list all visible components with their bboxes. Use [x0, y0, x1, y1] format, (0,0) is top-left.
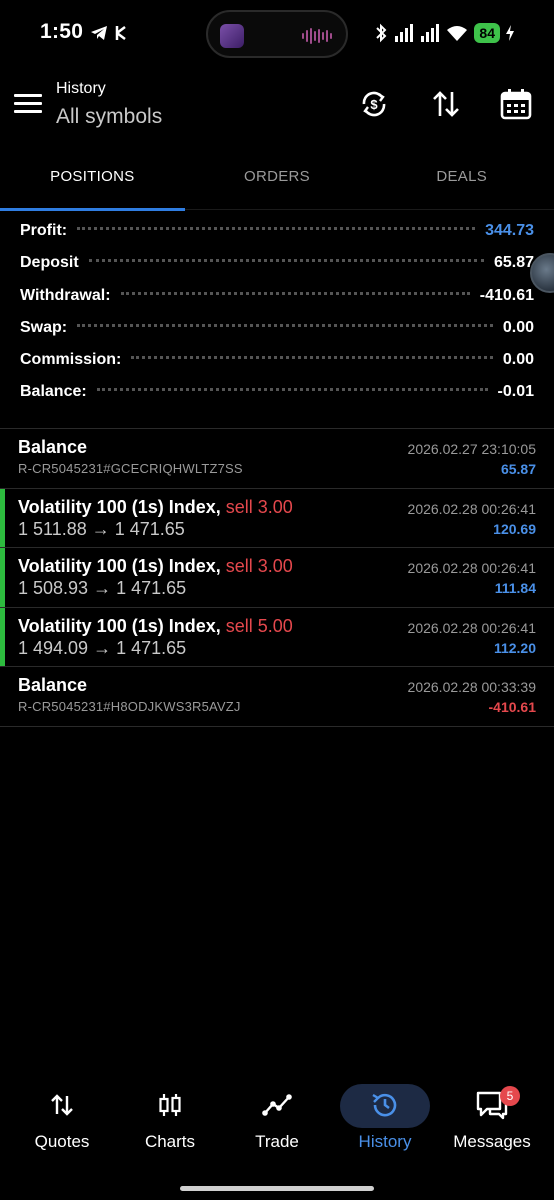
summary-label: Withdrawal: [20, 286, 111, 304]
tab-orders[interactable]: ORDERS [185, 160, 370, 209]
nav-label: Charts [144, 1132, 196, 1151]
nav-label: Messages [453, 1132, 531, 1151]
bottom-navigation: Quotes Charts Trade History 5 Messages [0, 1082, 554, 1162]
quotes-arrows-icon [51, 1094, 73, 1116]
item-title: Volatility 100 (1s) Index, sell 3.00 [18, 497, 293, 518]
summary-value: 344.73 [485, 222, 534, 239]
item-side: sell 3.00 [225, 496, 293, 517]
list-item-position[interactable]: Volatility 100 (1s) Index, sell 3.00 1 5… [0, 488, 554, 549]
history-list: Balance R-CR5045231#GCECRIQHWLTZ7SS 2026… [0, 428, 554, 727]
summary-profit: Profit: 344.73 [20, 222, 534, 254]
calendar-icon [500, 89, 532, 120]
status-time: 1:50 [40, 20, 84, 43]
svg-text:$: $ [370, 97, 378, 112]
summary-swap: Swap: 0.00 [20, 319, 534, 351]
item-amount: 111.84 [494, 580, 536, 597]
battery-level: 84 [474, 23, 500, 43]
signal-icon [395, 24, 414, 42]
home-indicator[interactable] [180, 1186, 374, 1191]
list-item-position[interactable]: Volatility 100 (1s) Index, sell 5.00 1 4… [0, 607, 554, 668]
audio-wave-icon [302, 27, 332, 45]
item-amount: 120.69 [493, 520, 536, 537]
item-prices: 1 494.09 → 1 471.65 [18, 637, 187, 658]
history-tabs: POSITIONS ORDERS DEALS [0, 160, 554, 211]
sort-button[interactable] [426, 84, 466, 124]
nav-label: History [358, 1132, 412, 1151]
item-amount: 65.87 [500, 461, 536, 477]
item-comment: R-CR5045231#GCECRIQHWLTZ7SS [18, 461, 243, 476]
item-amount: -410.61 [488, 699, 536, 716]
summary-label: Deposit [20, 254, 79, 272]
calendar-button[interactable] [496, 84, 536, 124]
list-item-balance[interactable]: Balance R-CR5045231#H8ODJKWS3R5AVZJ 2026… [0, 667, 554, 727]
item-date: 2026.02.27 23:10:05 [407, 441, 536, 457]
symbol-filter[interactable]: All symbols [56, 105, 162, 129]
bluetooth-icon [376, 23, 387, 43]
currency-refresh-button[interactable]: $ [354, 84, 394, 124]
signal-icon [421, 24, 440, 42]
summary-deposit: Deposit 65.87 [20, 254, 534, 286]
wifi-icon [447, 26, 468, 41]
app-header: History All symbols $ [0, 70, 554, 140]
nav-trade[interactable]: Trade [223, 1082, 331, 1152]
app-icon [220, 24, 244, 48]
status-right-icons: 84 [374, 23, 514, 43]
item-date: 2026.02.28 00:26:41 [407, 500, 536, 517]
item-title: Volatility 100 (1s) Index, sell 5.00 [18, 616, 293, 637]
status-bar: 1:50 84 [0, 0, 554, 68]
summary-label: Profit: [20, 222, 68, 239]
summary-label: Balance: [20, 383, 87, 401]
summary-balance: Balance: -0.01 [20, 383, 534, 415]
nav-history[interactable]: History [331, 1082, 439, 1152]
list-item-balance[interactable]: Balance R-CR5045231#GCECRIQHWLTZ7SS 2026… [0, 429, 554, 489]
status-left-icons [90, 24, 128, 42]
item-side: sell 3.00 [225, 556, 293, 577]
item-date: 2026.02.28 00:26:41 [407, 619, 536, 636]
trend-line-icon [262, 1094, 292, 1116]
charging-icon [506, 25, 514, 41]
item-title: Balance [18, 437, 88, 457]
summary-withdrawal: Withdrawal: -410.61 [20, 287, 534, 319]
summary-value: -0.01 [497, 383, 534, 401]
item-date: 2026.02.28 00:26:41 [407, 560, 536, 577]
item-comment: R-CR5045231#H8ODJKWS3R5AVZJ [18, 699, 241, 715]
item-date: 2026.02.28 00:33:39 [407, 679, 536, 696]
summary-value: -410.61 [479, 286, 534, 304]
summary-value: 0.00 [502, 318, 534, 336]
item-symbol: Volatility 100 (1s) Index, [18, 615, 221, 636]
dynamic-island [206, 10, 348, 58]
summary-value: 65.87 [493, 254, 534, 272]
item-symbol: Volatility 100 (1s) Index, [18, 496, 221, 517]
summary-label: Swap: [20, 318, 68, 336]
list-item-position[interactable]: Volatility 100 (1s) Index, sell 3.00 1 5… [0, 548, 554, 608]
nav-quotes[interactable]: Quotes [8, 1082, 116, 1152]
summary-value: 0.00 [502, 351, 534, 369]
nav-label: Trade [255, 1132, 299, 1151]
sort-icon [433, 91, 459, 117]
unread-badge: 5 [500, 1086, 520, 1106]
menu-icon[interactable] [14, 94, 42, 116]
item-prices: 1 508.93 → 1 471.65 [18, 578, 187, 599]
currency-refresh-icon: $ [362, 91, 386, 117]
account-summary: Profit: 344.73 Deposit 65.87 Withdrawal:… [20, 222, 534, 416]
nav-messages[interactable]: 5 Messages [438, 1082, 546, 1152]
history-clock-icon [372, 1093, 397, 1117]
item-prices: 1 511.88 → 1 471.65 [18, 518, 185, 539]
nav-label: Quotes [34, 1132, 90, 1151]
tab-positions[interactable]: POSITIONS [0, 160, 185, 211]
candlestick-icon [159, 1094, 181, 1116]
item-title: Balance [18, 675, 88, 696]
item-symbol: Volatility 100 (1s) Index, [18, 556, 221, 577]
summary-label: Commission: [20, 351, 122, 369]
summary-commission: Commission: 0.00 [20, 351, 534, 383]
item-side: sell 5.00 [225, 615, 293, 636]
telegram-icon [91, 26, 107, 40]
tab-deals[interactable]: DEALS [369, 160, 554, 209]
nav-charts[interactable]: Charts [116, 1082, 224, 1152]
app-notification-icon [115, 26, 126, 40]
item-amount: 112.20 [493, 639, 536, 656]
item-title: Volatility 100 (1s) Index, sell 3.00 [18, 556, 293, 577]
page-title: History [56, 80, 106, 97]
